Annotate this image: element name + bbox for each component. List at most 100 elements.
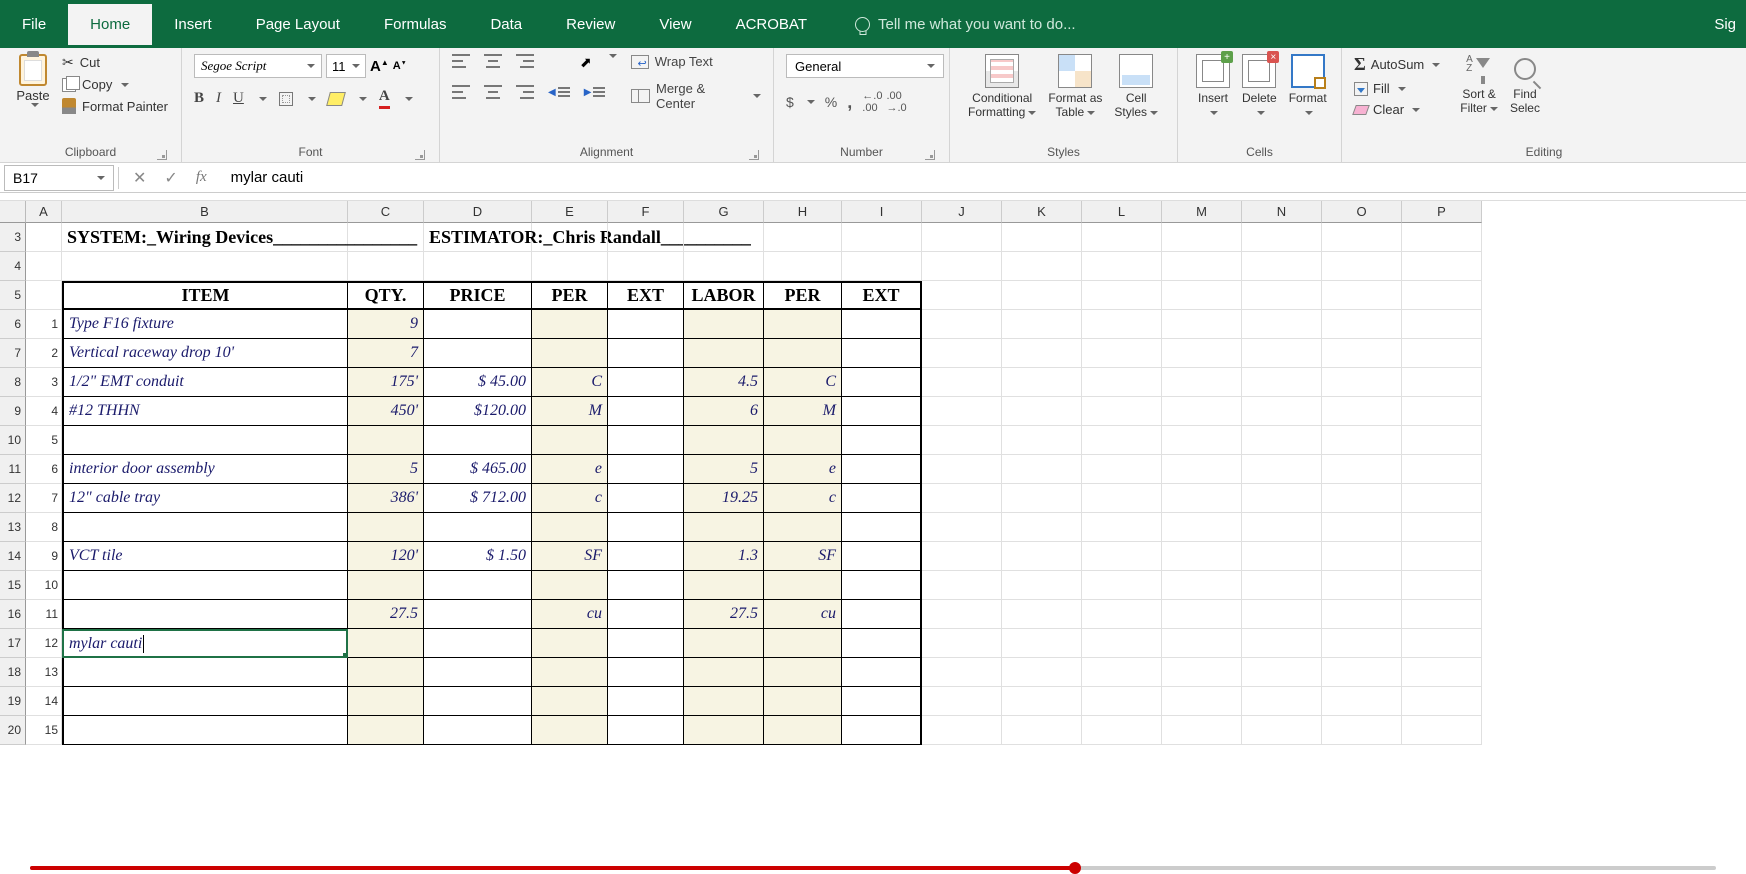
increase-indent-button[interactable]: ▶ bbox=[584, 85, 606, 99]
cell-qty[interactable]: 5 bbox=[348, 455, 424, 484]
cell[interactable] bbox=[26, 281, 62, 310]
cell[interactable] bbox=[922, 339, 1002, 368]
col-header-K[interactable]: K bbox=[1002, 201, 1082, 223]
cell-per[interactable]: SF bbox=[532, 542, 608, 571]
cell[interactable] bbox=[1402, 368, 1482, 397]
row-index[interactable]: 12 bbox=[26, 629, 62, 658]
cell-price[interactable]: $ 1.50 bbox=[424, 542, 532, 571]
cell-item[interactable]: #12 THHN bbox=[62, 397, 348, 426]
th-labor[interactable]: LABOR bbox=[684, 281, 764, 310]
cell-price[interactable] bbox=[424, 629, 532, 658]
cell[interactable] bbox=[1162, 687, 1242, 716]
row-index[interactable]: 14 bbox=[26, 687, 62, 716]
format-cells-button[interactable]: Format bbox=[1283, 54, 1333, 120]
cell[interactable] bbox=[1242, 629, 1322, 658]
cell[interactable] bbox=[1322, 455, 1402, 484]
confirm-edit-button[interactable]: ✓ bbox=[164, 168, 177, 188]
cell[interactable] bbox=[1402, 658, 1482, 687]
th-ext2[interactable]: EXT bbox=[842, 281, 922, 310]
cell[interactable] bbox=[1322, 426, 1402, 455]
cell-per2[interactable] bbox=[764, 571, 842, 600]
cell[interactable] bbox=[922, 629, 1002, 658]
wrap-text-button[interactable]: Wrap Text bbox=[631, 54, 761, 69]
cell[interactable] bbox=[1002, 687, 1082, 716]
insert-function-button[interactable]: fx bbox=[196, 169, 207, 186]
dialog-launcher-icon[interactable] bbox=[415, 150, 425, 160]
cell[interactable] bbox=[922, 252, 1002, 281]
cell[interactable] bbox=[1322, 281, 1402, 310]
cell-per[interactable] bbox=[532, 426, 608, 455]
cell[interactable] bbox=[424, 252, 532, 281]
fill-color-button[interactable] bbox=[326, 92, 346, 106]
cell[interactable] bbox=[922, 571, 1002, 600]
cell-per[interactable] bbox=[532, 687, 608, 716]
cell-ext2[interactable] bbox=[842, 716, 922, 745]
row-header[interactable]: 12 bbox=[0, 484, 26, 513]
th-item[interactable]: ITEM bbox=[62, 281, 348, 310]
cell[interactable] bbox=[1002, 223, 1082, 252]
cell-labor[interactable] bbox=[684, 687, 764, 716]
cell-ext2[interactable] bbox=[842, 426, 922, 455]
col-header-O[interactable]: O bbox=[1322, 201, 1402, 223]
cell[interactable] bbox=[1082, 716, 1162, 745]
name-box[interactable]: B17 bbox=[4, 165, 114, 191]
cell-item[interactable] bbox=[62, 571, 348, 600]
cell-ext2[interactable] bbox=[842, 310, 922, 339]
cell-styles-button[interactable]: CellStyles bbox=[1108, 54, 1164, 120]
cell[interactable] bbox=[348, 223, 424, 252]
tab-acrobat[interactable]: ACROBAT bbox=[714, 4, 829, 45]
tab-formulas[interactable]: Formulas bbox=[362, 4, 469, 45]
row-header[interactable]: 4 bbox=[0, 252, 26, 281]
cell[interactable] bbox=[922, 658, 1002, 687]
video-progress-bar[interactable] bbox=[0, 860, 1746, 874]
cell-per[interactable]: C bbox=[532, 368, 608, 397]
cell[interactable] bbox=[1002, 629, 1082, 658]
delete-cells-button[interactable]: Delete bbox=[1236, 54, 1283, 120]
row-header[interactable]: 10 bbox=[0, 426, 26, 455]
cell[interactable] bbox=[1322, 484, 1402, 513]
cell-item[interactable] bbox=[62, 513, 348, 542]
cell[interactable] bbox=[1402, 484, 1482, 513]
row-header[interactable]: 17 bbox=[0, 629, 26, 658]
cell[interactable] bbox=[1002, 571, 1082, 600]
tab-file[interactable]: File bbox=[0, 4, 68, 45]
cell[interactable] bbox=[922, 687, 1002, 716]
row-index[interactable]: 5 bbox=[26, 426, 62, 455]
cell-price[interactable] bbox=[424, 687, 532, 716]
font-color-button[interactable]: A bbox=[379, 88, 390, 109]
cell-per2[interactable]: C bbox=[764, 368, 842, 397]
cell[interactable] bbox=[1082, 281, 1162, 310]
merge-center-button[interactable]: Merge & Center bbox=[631, 81, 761, 111]
align-right-button[interactable] bbox=[516, 85, 534, 99]
th-per2[interactable]: PER bbox=[764, 281, 842, 310]
cell[interactable] bbox=[1402, 716, 1482, 745]
cell-labor[interactable]: 1.3 bbox=[684, 542, 764, 571]
cell-qty[interactable]: 450' bbox=[348, 397, 424, 426]
col-header-H[interactable]: H bbox=[764, 201, 842, 223]
col-header-P[interactable]: P bbox=[1402, 201, 1482, 223]
cell[interactable] bbox=[1082, 629, 1162, 658]
formula-bar-input[interactable]: mylar cauti bbox=[221, 169, 1746, 186]
cell-price[interactable]: $ 45.00 bbox=[424, 368, 532, 397]
cell-qty[interactable] bbox=[348, 687, 424, 716]
cell-per2[interactable]: cu bbox=[764, 600, 842, 629]
cell[interactable] bbox=[922, 716, 1002, 745]
cell-labor[interactable] bbox=[684, 716, 764, 745]
currency-button[interactable]: $ bbox=[786, 94, 794, 110]
cell[interactable] bbox=[1402, 571, 1482, 600]
cell[interactable] bbox=[532, 252, 608, 281]
col-header-G[interactable]: G bbox=[684, 201, 764, 223]
cell[interactable] bbox=[922, 600, 1002, 629]
cell-item[interactable]: 1/2" EMT conduit bbox=[62, 368, 348, 397]
decrease-decimal-button[interactable]: .00→.0 bbox=[886, 90, 906, 114]
cell[interactable] bbox=[1322, 223, 1402, 252]
cell[interactable] bbox=[1002, 484, 1082, 513]
cell[interactable] bbox=[1002, 426, 1082, 455]
cell[interactable] bbox=[1002, 542, 1082, 571]
cell-price[interactable] bbox=[424, 513, 532, 542]
cell[interactable] bbox=[1082, 223, 1162, 252]
cell[interactable] bbox=[1002, 658, 1082, 687]
row-header[interactable]: 6 bbox=[0, 310, 26, 339]
paste-button[interactable]: Paste bbox=[12, 54, 54, 114]
cell-ext2[interactable] bbox=[842, 658, 922, 687]
